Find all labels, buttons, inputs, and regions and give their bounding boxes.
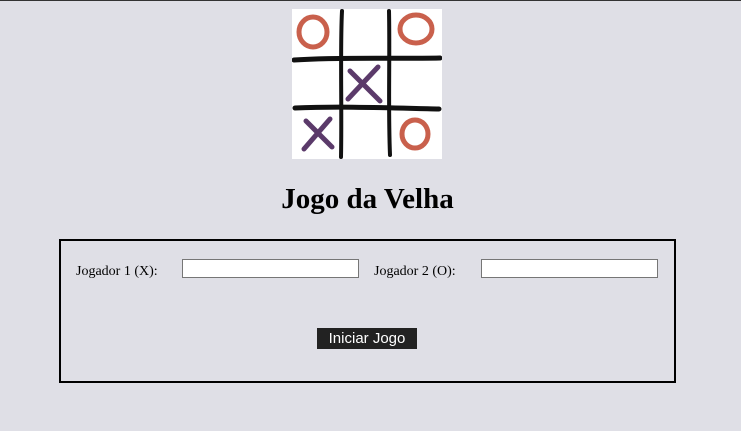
player2-label: Jogador 2 (O): (374, 264, 456, 279)
o-mark (296, 14, 330, 50)
o-mark (397, 12, 435, 46)
o-mark (399, 117, 431, 151)
tic-tac-toe-board-icon (292, 9, 442, 159)
page-title: Jogo da Velha (281, 183, 454, 215)
player-form: Jogador 1 (X): Jogador 2 (O): Iniciar Jo… (59, 239, 676, 383)
x-mark (345, 64, 383, 104)
x-mark (301, 116, 335, 152)
start-game-button[interactable]: Iniciar Jogo (317, 328, 417, 349)
player1-name-input[interactable] (182, 259, 359, 278)
player2-name-input[interactable] (481, 259, 658, 278)
tic-tac-toe-logo (292, 9, 442, 159)
player1-label: Jogador 1 (X): (76, 264, 158, 279)
